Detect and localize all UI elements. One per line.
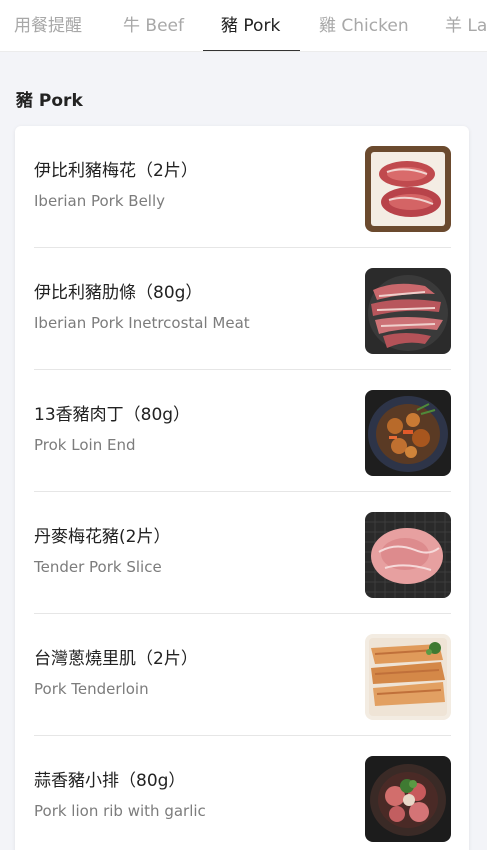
item-chinese-name: 丹麥梅花豬(2片） — [34, 527, 171, 547]
tab-lamb[interactable]: 羊 La — [445, 0, 487, 51]
category-tab-bar: 用餐提醒 牛 Beef 豬 Pork 雞 Chicken 羊 La — [0, 0, 487, 52]
tab-dining-reminder[interactable]: 用餐提醒 — [14, 0, 82, 51]
active-tab-indicator — [203, 50, 300, 51]
item-chinese-name: 伊比利豬肋條（80g） — [34, 283, 203, 303]
intercostal-meat-plate-photo[interactable] — [365, 268, 451, 354]
item-chinese-name: 13香豬肉丁（80g） — [34, 405, 191, 425]
section-title: 豬 Pork — [16, 91, 83, 111]
menu-list-card: 伊比利豬梅花（2片） Iberian Pork Belly 伊比利豬肋條（80g… — [15, 126, 469, 850]
menu-item[interactable]: 丹麥梅花豬(2片） Tender Pork Slice — [34, 492, 451, 614]
tab-chicken[interactable]: 雞 Chicken — [319, 0, 409, 51]
menu-item[interactable]: 伊比利豬梅花（2片） Iberian Pork Belly — [34, 126, 451, 248]
item-english-name: Pork Tenderloin — [34, 680, 149, 698]
item-chinese-name: 蒜香豬小排（80g） — [34, 771, 186, 791]
tab-pork[interactable]: 豬 Pork — [221, 0, 280, 51]
menu-item[interactable]: 台灣蔥燒里肌（2片） Pork Tenderloin — [34, 614, 451, 736]
pork-belly-tray-photo[interactable] — [365, 146, 451, 232]
item-english-name: Tender Pork Slice — [34, 558, 162, 576]
item-chinese-name: 伊比利豬梅花（2片） — [34, 161, 198, 181]
menu-item[interactable]: 伊比利豬肋條（80g） Iberian Pork Inetrcostal Mea… — [34, 248, 451, 370]
item-english-name: Iberian Pork Inetrcostal Meat — [34, 314, 250, 332]
item-english-name: Prok Loin End — [34, 436, 136, 454]
item-english-name: Pork lion rib with garlic — [34, 802, 206, 820]
tab-beef[interactable]: 牛 Beef — [123, 0, 184, 51]
item-chinese-name: 台灣蔥燒里肌（2片） — [34, 649, 198, 669]
diced-pork-bowl-photo[interactable] — [365, 390, 451, 476]
item-english-name: Iberian Pork Belly — [34, 192, 166, 210]
menu-item[interactable]: 13香豬肉丁（80g） Prok Loin End — [34, 370, 451, 492]
garlic-rib-bowl-photo[interactable] — [365, 756, 451, 842]
menu-item[interactable]: 蒜香豬小排（80g） Pork lion rib with garlic — [34, 736, 451, 850]
pork-slice-grill-photo[interactable] — [365, 512, 451, 598]
tenderloin-tray-photo[interactable] — [365, 634, 451, 720]
